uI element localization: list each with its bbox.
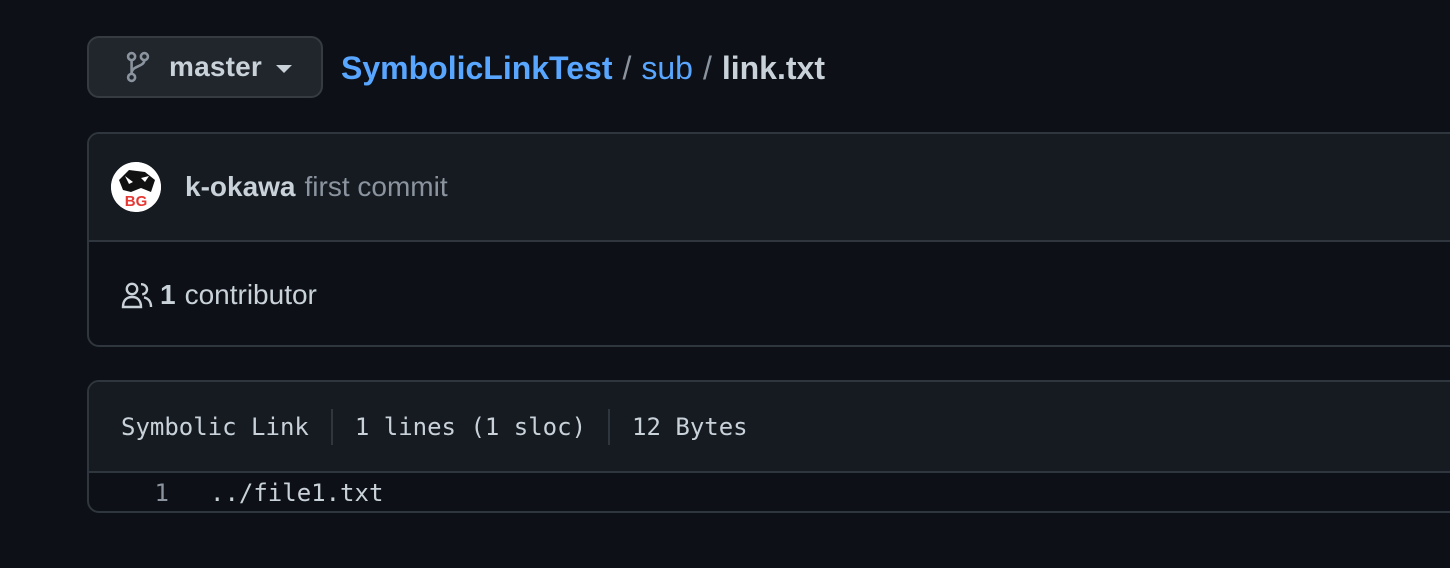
code-line: 1 ../file1.txt	[89, 473, 1450, 513]
divider	[330, 408, 333, 445]
commit-message-link[interactable]: first commit	[305, 171, 448, 203]
file-line-count: 1 lines (1 sloc)	[354, 412, 587, 441]
file-content-box: Symbolic Link 1 lines (1 sloc) 12 Bytes …	[87, 380, 1450, 513]
file-size: 12 Bytes	[632, 412, 748, 441]
breadcrumb: SymbolicLinkTest / sub / link.txt	[341, 48, 825, 88]
avatar-image: BG	[111, 162, 161, 212]
line-code: ../file1.txt	[210, 479, 384, 507]
commit-author-link[interactable]: k-okawa	[185, 171, 296, 203]
branch-select-button[interactable]: master	[87, 36, 323, 98]
git-branch-icon	[123, 51, 153, 83]
caret-down-icon	[276, 65, 293, 73]
breadcrumb-file-name: link.txt	[721, 49, 825, 86]
file-info-header: Symbolic Link 1 lines (1 sloc) 12 Bytes	[89, 382, 1450, 473]
contributor-label: contributor	[184, 278, 317, 310]
breadcrumb-repo-link[interactable]: SymbolicLinkTest	[341, 50, 612, 87]
divider	[608, 408, 611, 445]
line-number[interactable]: 1	[89, 479, 169, 507]
contributors-row[interactable]: 1 contributor	[89, 242, 1450, 347]
contributor-count: 1	[160, 278, 176, 310]
people-icon	[121, 279, 153, 311]
branch-name: master	[169, 51, 263, 82]
breadcrumb-separator: /	[622, 49, 632, 86]
avatar[interactable]: BG	[111, 162, 161, 212]
file-view-page: master SymbolicLinkTest / sub / link.txt…	[0, 0, 1450, 568]
avatar-text: BG	[125, 193, 148, 210]
file-type: Symbolic Link	[121, 412, 309, 441]
commit-header: BG k-okawa first commit	[89, 134, 1450, 242]
latest-commit-box: BG k-okawa first commit 1 contributor	[87, 132, 1450, 347]
breadcrumb-dir-link[interactable]: sub	[641, 50, 693, 87]
breadcrumb-separator: /	[702, 49, 712, 86]
